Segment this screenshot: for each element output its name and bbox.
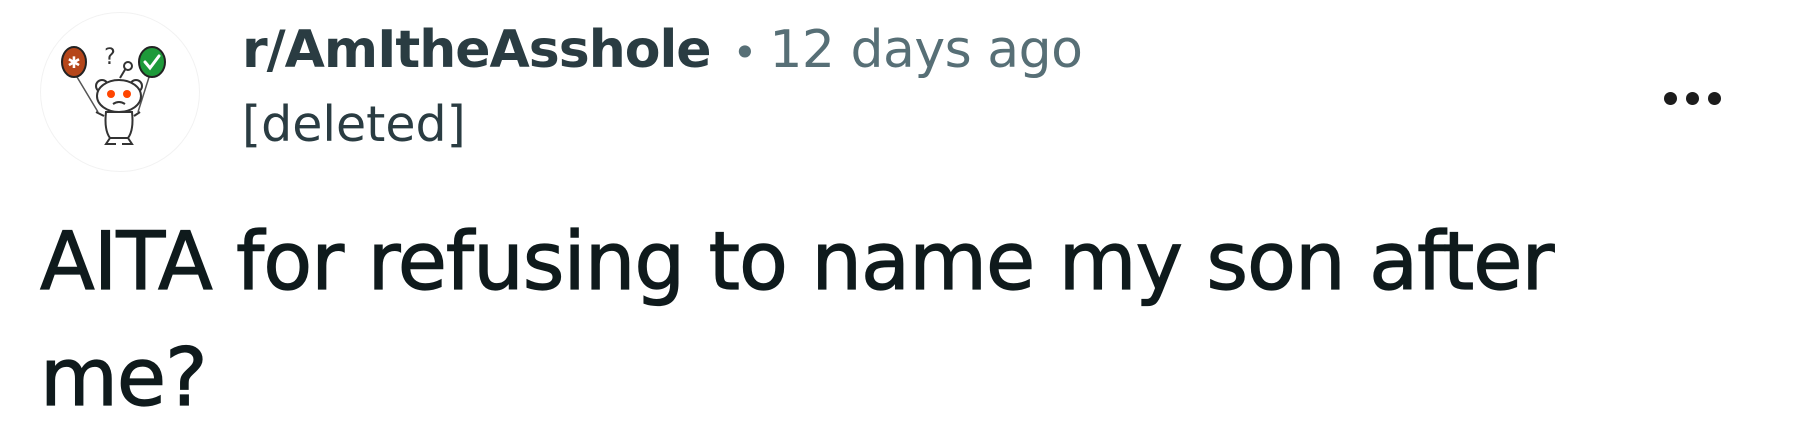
post-author: [deleted] bbox=[242, 96, 466, 153]
post-meta-line: r/AmItheAsshole • 12 days ago bbox=[242, 20, 1083, 90]
subreddit-link[interactable]: r/AmItheAsshole bbox=[242, 20, 712, 80]
svg-text:?: ? bbox=[104, 45, 116, 70]
snoo-avatar-icon: ✱ ? bbox=[61, 45, 166, 145]
svg-text:✱: ✱ bbox=[67, 53, 80, 72]
subreddit-avatar[interactable]: ✱ ? bbox=[40, 12, 200, 172]
post-title[interactable]: AITA for refusing to name my son after m… bbox=[39, 204, 1720, 436]
post-timestamp: 12 days ago bbox=[769, 20, 1083, 80]
meta-separator: • bbox=[732, 28, 758, 77]
post-header: ✱ ? r/AmItheAsshole • 12 days ago [delet… bbox=[40, 12, 1770, 172]
more-options-icon-dot bbox=[1707, 91, 1721, 105]
more-options-icon bbox=[1663, 91, 1677, 105]
post-meta: r/AmItheAsshole • 12 days ago [deleted] bbox=[242, 20, 1083, 170]
more-options-button[interactable] bbox=[1652, 78, 1732, 118]
more-options-icon-dot bbox=[1685, 91, 1699, 105]
